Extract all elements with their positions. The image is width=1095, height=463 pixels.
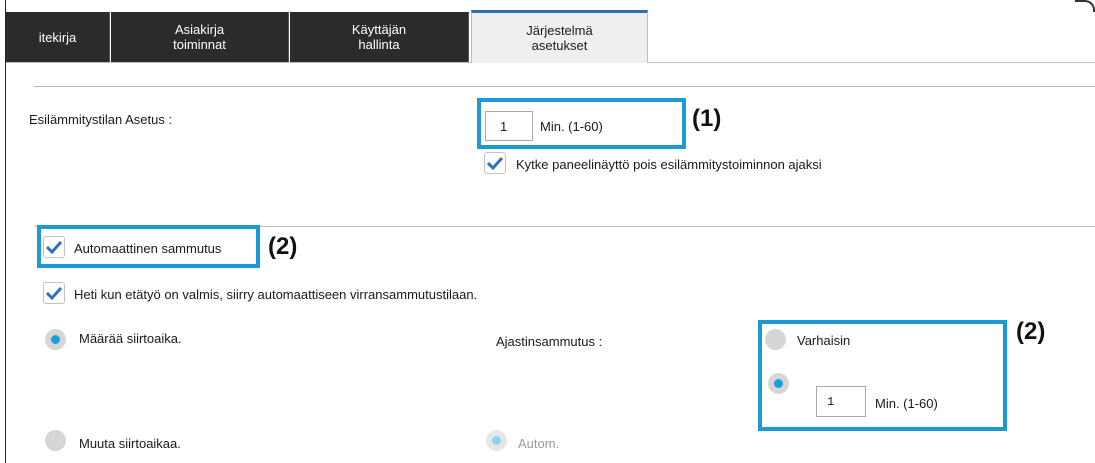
tab-label: Järjestelmä asetukset [526,23,593,53]
tab-document-filing[interactable]: itekirja [6,12,110,62]
tab-document-operations[interactable]: Asiakirja toiminnat [111,12,289,62]
checkmark-icon [45,286,63,301]
timer-label: Ajastinsammutus : [496,334,603,349]
marker-1: (1) [692,105,722,132]
tab-label: Käyttäjän hallinta [351,22,407,52]
marker-2b: (2) [1016,318,1046,345]
set-time-label: Määrää siirtoaika. [79,331,182,346]
window-corner [1075,0,1095,12]
window-left-border [5,0,6,463]
callout-box-2a [37,225,260,268]
checkmark-icon [486,156,504,171]
tab-system-settings[interactable]: Järjestelmä asetukset [471,10,648,63]
callout-box-2b [758,320,1007,431]
set-time-radio[interactable] [45,329,66,350]
tab-user-control[interactable]: Käyttäjän hallinta [290,12,469,62]
change-time-label: Muuta siirtoaikaa. [79,436,181,451]
autom-label: Autom. [518,436,560,451]
autom-radio[interactable] [486,430,507,451]
panel-off-label: Kytke paneelinäyttö pois esilämmitystoim… [516,157,822,172]
panel-off-checkbox[interactable] [484,152,506,174]
tab-label: Asiakirja toiminnat [173,22,226,52]
immediate-shutdown-label: Heti kun etätyö on valmis, siirry automa… [74,287,478,302]
marker-2a: (2) [268,233,298,260]
tab-label: itekirja [38,29,77,45]
change-time-radio[interactable] [45,430,66,451]
preheat-label: Esilämmitystilan Asetus : [29,112,173,127]
immediate-shutdown-checkbox[interactable] [43,282,65,304]
callout-box-1 [477,98,686,149]
section-divider-top [34,86,1095,87]
tab-bar: itekirja Asiakirja toiminnat Käyttäjän h… [6,0,1095,63]
